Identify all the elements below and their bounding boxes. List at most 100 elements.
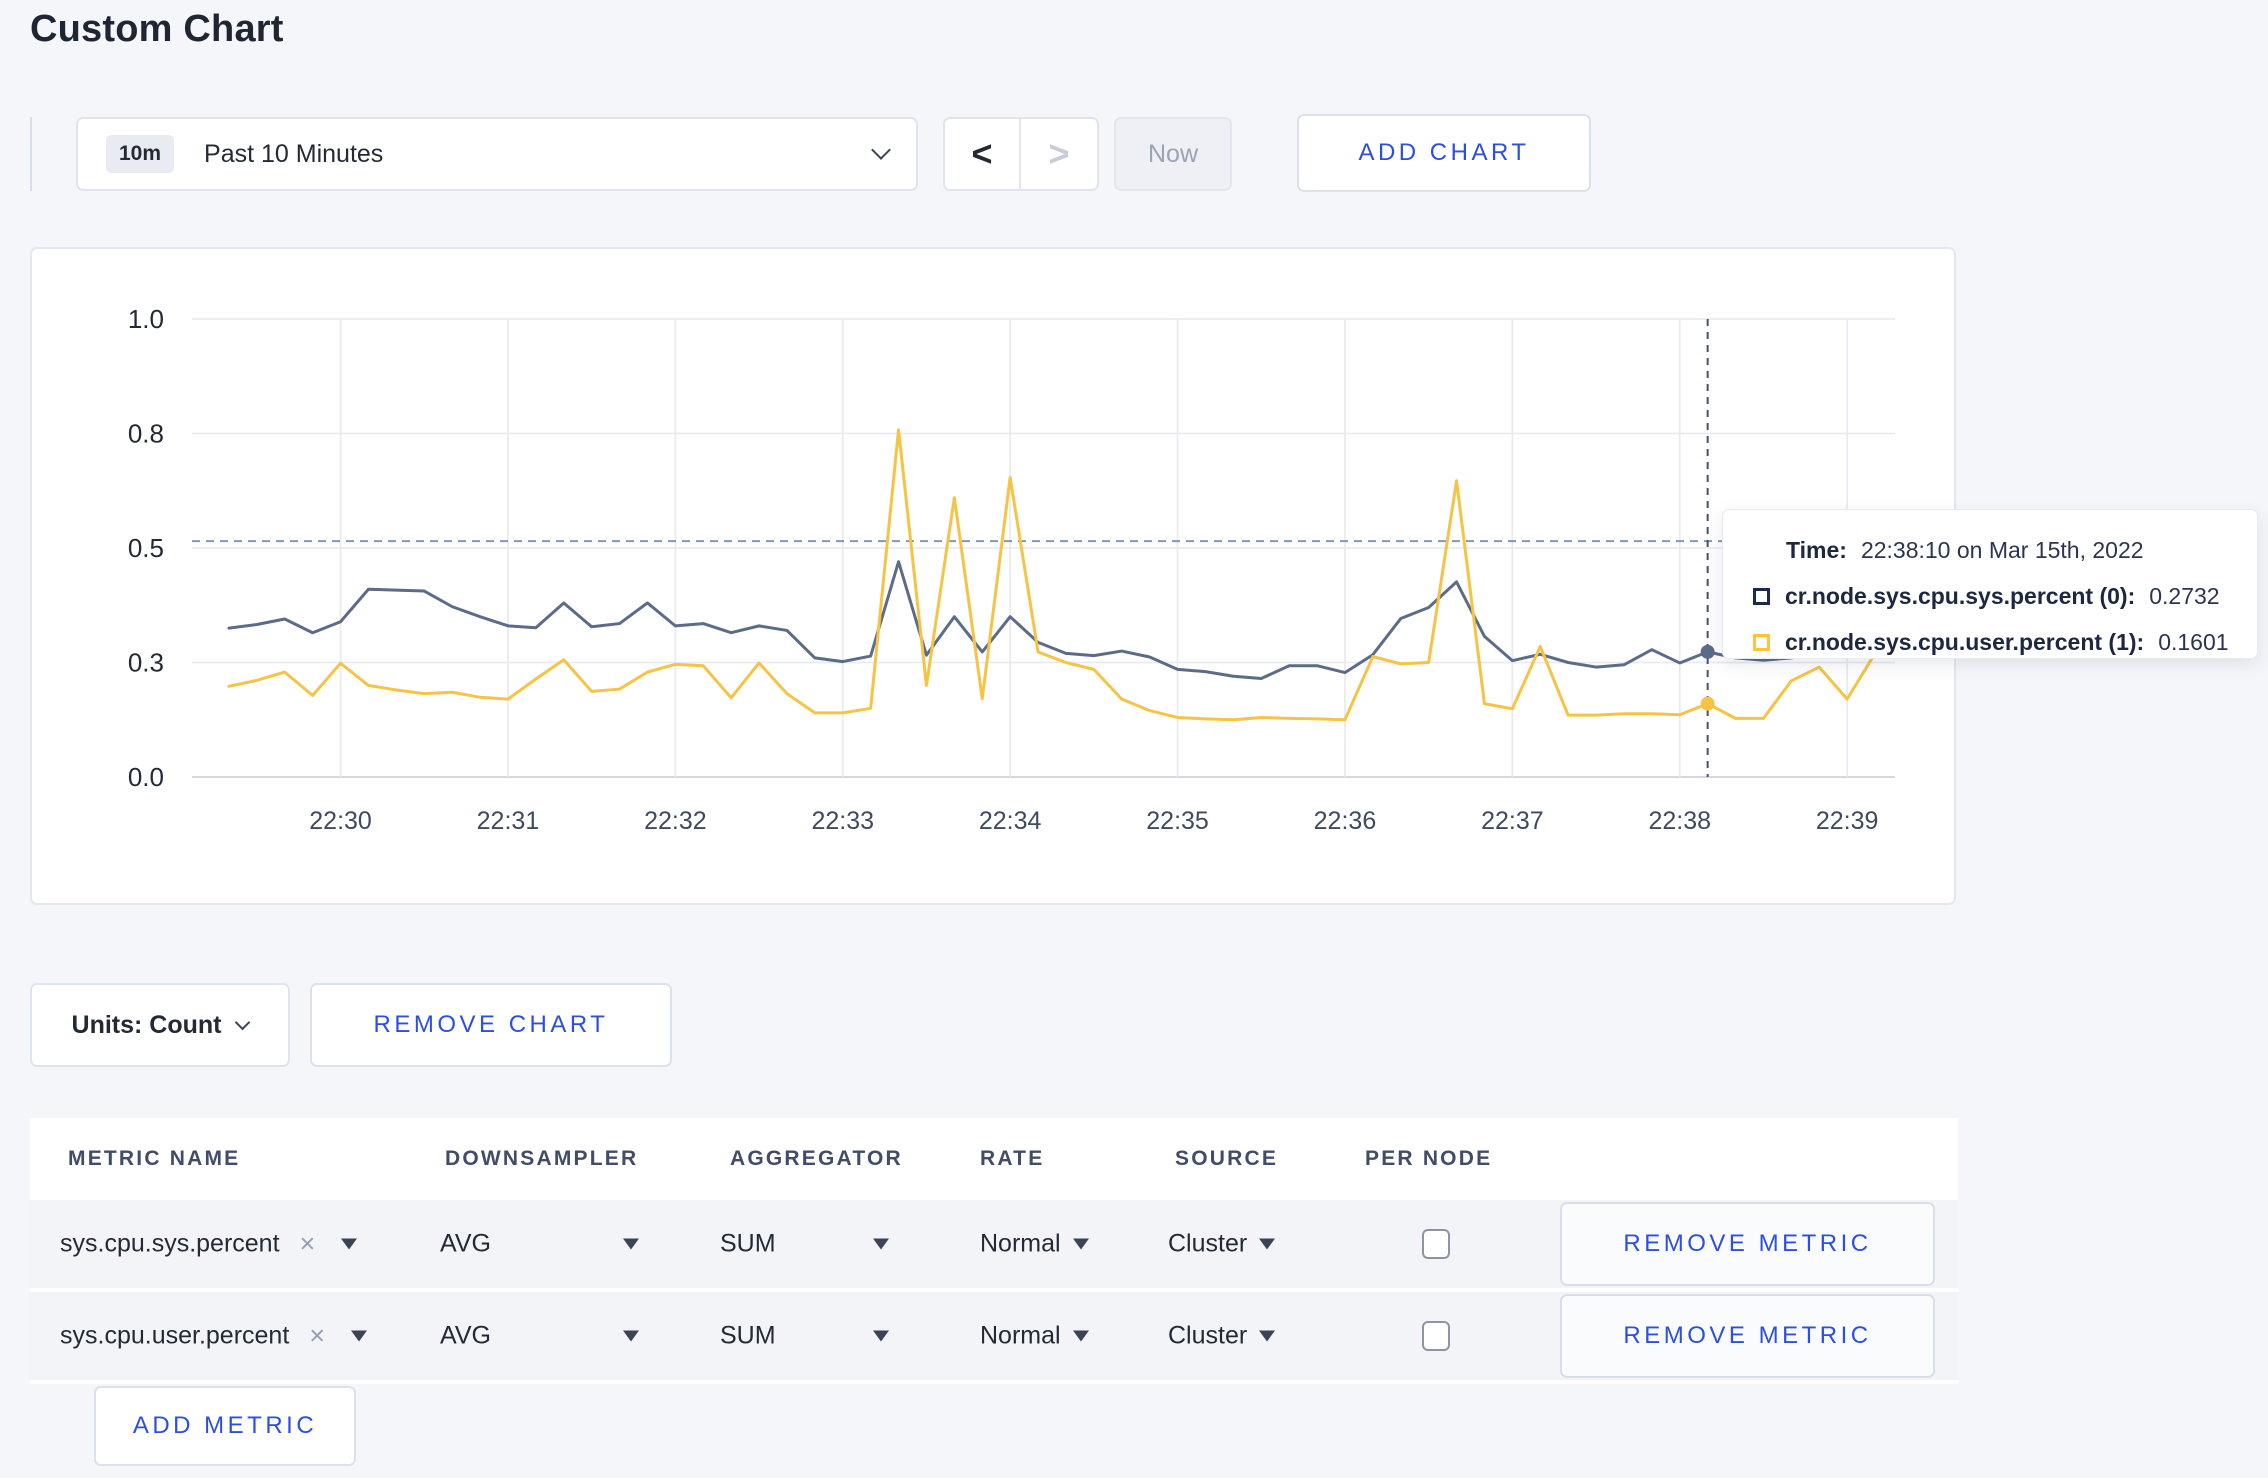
add-metric-label: ADD METRIC: [132, 1412, 318, 1439]
aggregator-select[interactable]: SUM: [720, 1322, 889, 1351]
per-node-checkbox[interactable]: [1422, 1229, 1450, 1259]
add-chart-button[interactable]: ADD CHART: [1297, 114, 1591, 192]
rate-value: Normal: [980, 1321, 1061, 1350]
next-range-button[interactable]: >: [1021, 119, 1097, 189]
crosshair-dot: [1700, 696, 1715, 711]
chevron-left-icon: <: [971, 133, 993, 174]
metric-row: sys.cpu.sys.percent × AVG SUM Normal Cluster R…: [30, 1200, 1958, 1288]
clear-metric-icon[interactable]: ×: [309, 1321, 325, 1352]
x-axis-tick-label: 22:39: [1816, 807, 1879, 835]
metric-row: sys.cpu.user.percent × AVG SUM Normal Cluster…: [30, 1292, 1958, 1380]
chevron-right-icon: >: [1048, 133, 1070, 174]
chart-hover-tooltip: Time: 22:38:10 on Mar 15th, 2022 cr.node…: [1722, 509, 2258, 659]
column-header-source: SOURCE: [1175, 1147, 1279, 1170]
rate-dropdown-arrow-icon[interactable]: [1072, 1330, 1089, 1342]
column-header-rate: RATE: [980, 1147, 1045, 1170]
remove-chart-label: REMOVE CHART: [373, 1011, 609, 1038]
x-axis-tick-label: 22:33: [811, 807, 874, 835]
tooltip-series-value: 0.2732: [2149, 582, 2220, 609]
x-axis-tick-label: 22:34: [979, 807, 1042, 835]
column-header-per-node: PER NODE: [1365, 1147, 1493, 1170]
y-axis-tick-label: 1.0: [128, 304, 164, 334]
time-range-label: Past 10 Minutes: [204, 139, 384, 168]
tooltip-series-row: cr.node.sys.cpu.user.percent (1): 0.1601: [1753, 622, 2257, 662]
y-axis-tick-label: 0.8: [128, 419, 164, 449]
series-user-legend-square-icon: [1753, 633, 1770, 651]
series-line-sys-percent: [227, 560, 1877, 681]
x-axis-tick-label: 22:38: [1648, 807, 1711, 835]
time-range-nav: < >: [943, 117, 1099, 191]
y-axis-tick-label: 0.5: [128, 533, 164, 563]
downsampler-select[interactable]: AVG: [440, 1322, 639, 1351]
chart-card: 0.0 0.3 0.5 0.8 1.0 22:30 22:31 22:32 22:33 22:34…: [30, 247, 1956, 905]
crosshair-dot: [1700, 644, 1715, 659]
add-chart-label: ADD CHART: [1358, 139, 1530, 166]
rate-select[interactable]: Normal: [980, 1322, 1089, 1351]
downsampler-dropdown-arrow-icon[interactable]: [622, 1238, 639, 1250]
y-axis-tick-label: 0.0: [128, 762, 164, 792]
source-value: Cluster: [1168, 1321, 1248, 1350]
metric-name-value: sys.cpu.user.percent: [60, 1321, 290, 1350]
source-value: Cluster: [1168, 1229, 1248, 1258]
x-axis-tick-label: 22:31: [477, 807, 540, 835]
series-line-user-percent: [227, 428, 1877, 722]
remove-metric-button[interactable]: REMOVE METRIC: [1560, 1202, 1935, 1286]
source-select[interactable]: Cluster: [1168, 1321, 1276, 1351]
x-axis-tick-label: 22:30: [309, 807, 372, 835]
metrics-table: METRIC NAME DOWNSAMPLER AGGREGATOR RATE SOUR…: [30, 1118, 1958, 1384]
chevron-down-icon: [235, 1014, 251, 1030]
downsampler-select[interactable]: AVG: [440, 1230, 639, 1259]
tooltip-time-value: 22:38:10 on Mar 15th, 2022: [1860, 536, 2144, 563]
aggregator-value: SUM: [720, 1229, 776, 1258]
units-dropdown-label: Units: Count: [71, 1010, 222, 1039]
source-dropdown-arrow-icon[interactable]: [1259, 1330, 1276, 1342]
per-node-checkbox[interactable]: [1422, 1321, 1450, 1351]
tooltip-series-row: cr.node.sys.cpu.sys.percent (0): 0.2732: [1753, 576, 2257, 616]
custom-chart-page: Custom Chart 10m Past 10 Minutes < > Now…: [0, 0, 2268, 1478]
tooltip-time-label: Time:: [1786, 536, 1847, 563]
aggregator-select[interactable]: SUM: [720, 1230, 889, 1259]
add-metric-button[interactable]: ADD METRIC: [94, 1386, 356, 1466]
aggregator-value: SUM: [720, 1321, 776, 1350]
now-button[interactable]: Now: [1114, 117, 1232, 191]
source-dropdown-arrow-icon[interactable]: [1259, 1238, 1276, 1250]
metric-dropdown-arrow-icon[interactable]: [351, 1330, 368, 1342]
aggregator-dropdown-arrow-icon[interactable]: [872, 1330, 889, 1342]
metrics-table-header: METRIC NAME DOWNSAMPLER AGGREGATOR RATE SOUR…: [30, 1118, 1958, 1200]
now-button-label: Now: [1147, 139, 1198, 168]
tooltip-series-value: 0.1601: [2158, 628, 2229, 655]
column-header-aggregator: AGGREGATOR: [730, 1147, 903, 1170]
timeseries-chart[interactable]: 0.0 0.3 0.5 0.8 1.0 22:30 22:31 22:32 22:33 22:34…: [32, 249, 1954, 903]
downsampler-dropdown-arrow-icon[interactable]: [622, 1330, 639, 1342]
series-sys-legend-square-icon: [1753, 587, 1770, 605]
metric-name-value: sys.cpu.sys.percent: [60, 1229, 280, 1258]
rate-select[interactable]: Normal: [980, 1230, 1089, 1259]
x-axis-tick-label: 22:37: [1481, 807, 1544, 835]
remove-metric-button[interactable]: REMOVE METRIC: [1560, 1294, 1935, 1378]
downsampler-value: AVG: [440, 1229, 491, 1258]
clear-metric-icon[interactable]: ×: [300, 1229, 316, 1260]
toolbar-divider: [30, 117, 32, 191]
prev-range-button[interactable]: <: [945, 119, 1021, 189]
tooltip-series-label: cr.node.sys.cpu.sys.percent (0):: [1785, 582, 2136, 609]
page-title: Custom Chart: [30, 8, 284, 50]
metric-name-select[interactable]: sys.cpu.user.percent ×: [60, 1321, 368, 1352]
column-header-downsampler: DOWNSAMPLER: [445, 1147, 639, 1170]
x-axis-tick-label: 22:36: [1314, 807, 1377, 835]
rate-value: Normal: [980, 1229, 1061, 1258]
column-header-metric-name: METRIC NAME: [68, 1147, 241, 1170]
downsampler-value: AVG: [440, 1321, 491, 1350]
remove-chart-button[interactable]: REMOVE CHART: [310, 983, 672, 1067]
time-range-badge: 10m: [106, 135, 175, 173]
time-range-dropdown[interactable]: 10m Past 10 Minutes: [76, 117, 918, 191]
metric-dropdown-arrow-icon[interactable]: [341, 1238, 358, 1250]
rate-dropdown-arrow-icon[interactable]: [1072, 1238, 1089, 1250]
metric-name-select[interactable]: sys.cpu.sys.percent ×: [60, 1229, 358, 1260]
x-axis-tick-label: 22:35: [1146, 807, 1209, 835]
aggregator-dropdown-arrow-icon[interactable]: [872, 1238, 889, 1250]
tooltip-series-label: cr.node.sys.cpu.user.percent (1):: [1785, 628, 2145, 655]
tooltip-time-row: Time: 22:38:10 on Mar 15th, 2022: [1786, 530, 2257, 570]
units-dropdown[interactable]: Units: Count: [30, 983, 290, 1067]
x-axis-tick-label: 22:32: [644, 807, 707, 835]
source-select[interactable]: Cluster: [1168, 1229, 1276, 1259]
